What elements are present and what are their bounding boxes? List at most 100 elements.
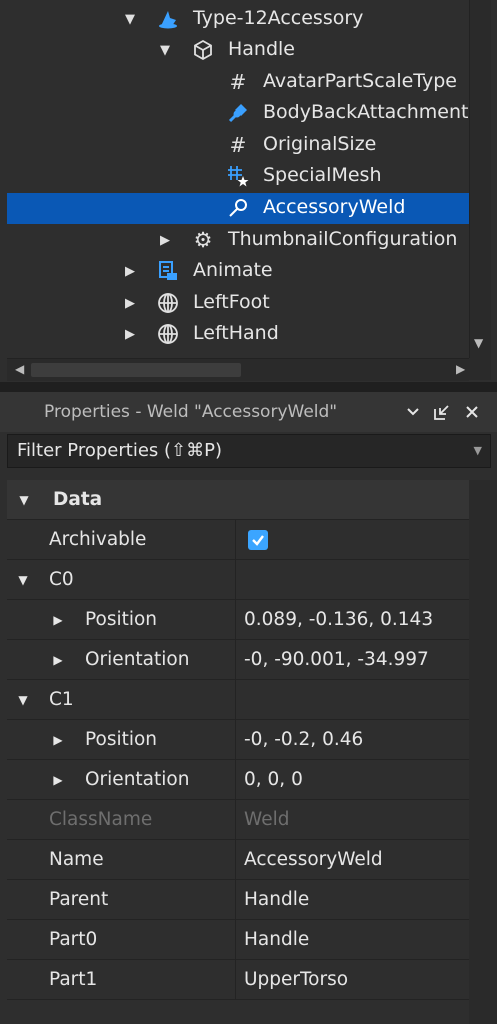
configuration-icon: ⚙	[193, 228, 213, 252]
property-row-classname: ClassName Weld	[7, 800, 469, 840]
tree-item-label: LeftHand	[193, 322, 279, 344]
scroll-corner	[469, 358, 491, 380]
horizontal-scroll-thumb[interactable]	[31, 363, 241, 377]
tree-item-lefthand[interactable]: ▶ LeftHand	[7, 319, 469, 350]
property-row-part0[interactable]: Part0 Handle	[7, 920, 469, 960]
local-script-icon	[156, 259, 180, 283]
vertical-scrollbar[interactable]	[469, 0, 491, 358]
scroll-right-arrow-icon[interactable]: ▶	[456, 362, 465, 376]
dropdown-arrow-icon[interactable]: ▼	[474, 444, 482, 457]
expand-arrow-icon[interactable]: ▶	[123, 296, 137, 311]
properties-scroll-gutter	[469, 480, 497, 1024]
expand-arrow-icon[interactable]: ▼	[158, 43, 172, 58]
column-divider	[235, 680, 236, 719]
category-label: Data	[53, 489, 103, 510]
column-divider	[235, 840, 236, 879]
tree-item-bodybackattachment[interactable]: BodyBackAttachment	[7, 98, 469, 129]
property-value[interactable]: 0, 0, 0	[244, 769, 303, 790]
property-row-c1[interactable]: ▼ C1	[7, 680, 469, 720]
property-value[interactable]: Handle	[244, 889, 309, 910]
close-icon[interactable]	[461, 401, 483, 423]
tree-item-label: Animate	[193, 259, 273, 281]
archivable-checkbox[interactable]	[248, 530, 268, 550]
expand-arrow-icon[interactable]: ▶	[158, 233, 172, 248]
undock-icon[interactable]	[431, 401, 453, 423]
expand-arrow-icon[interactable]: ▼	[123, 12, 137, 27]
property-name: Position	[85, 609, 158, 630]
mesh-part-icon	[156, 322, 180, 346]
tree-item-label: LeftFoot	[193, 291, 270, 313]
tree-item-label: ThumbnailConfiguration	[228, 228, 458, 250]
tree-item-label: Type-12Accessory	[193, 7, 364, 29]
property-name: Orientation	[85, 769, 190, 790]
tree-item-thumbnailconfiguration[interactable]: ▶ ⚙ ThumbnailConfiguration	[7, 225, 469, 256]
tree-item-label: SpecialMesh	[263, 164, 382, 186]
expand-arrow-icon[interactable]: ▶	[123, 327, 137, 342]
property-name: C0	[49, 569, 74, 590]
tree-item-label: OriginalSize	[263, 133, 377, 155]
column-divider	[235, 560, 236, 599]
category-data[interactable]: ▼ Data	[7, 480, 469, 520]
property-row-archivable[interactable]: Archivable	[7, 520, 469, 560]
attachment-icon	[226, 101, 250, 125]
part-icon	[191, 38, 215, 62]
tree-item-accessoryweld[interactable]: AccessoryWeld	[7, 193, 469, 224]
tree-item-handle[interactable]: ▼ Handle	[7, 35, 469, 66]
property-name: Part0	[49, 929, 98, 950]
tree-item-label: Handle	[228, 38, 296, 60]
collapse-chevron-icon[interactable]	[402, 401, 424, 423]
property-name: Name	[49, 849, 104, 870]
property-name: Part1	[49, 969, 98, 990]
expand-arrow-icon[interactable]: ▶	[51, 653, 65, 667]
column-divider	[235, 600, 236, 639]
property-row-c1-orientation[interactable]: ▶ Orientation 0, 0, 0	[7, 760, 469, 800]
properties-header: Properties - Weld "AccessoryWeld"	[0, 392, 497, 432]
filter-properties-input[interactable]: Filter Properties (⇧⌘P) ▼	[7, 434, 491, 468]
expand-arrow-icon[interactable]: ▶	[51, 773, 65, 787]
expand-arrow-icon[interactable]: ▶	[51, 613, 65, 627]
property-value[interactable]: 0.089, -0.136, 0.143	[244, 609, 433, 630]
string-value-icon: #	[229, 70, 247, 94]
tree-item-animate[interactable]: ▶ Animate	[7, 256, 469, 287]
property-name: Orientation	[85, 649, 190, 670]
scroll-down-arrow-icon[interactable]: ▼	[474, 336, 483, 350]
tree-item-originalsize[interactable]: # OriginalSize	[7, 130, 469, 161]
tree-item-specialmesh[interactable]: SpecialMesh	[7, 161, 469, 192]
tree-item-type-12accessory[interactable]: ▼ Type-12Accessory	[7, 4, 469, 35]
scroll-left-arrow-icon[interactable]: ◀	[15, 362, 24, 376]
property-row-c0[interactable]: ▼ C0	[7, 560, 469, 600]
expand-arrow-icon[interactable]: ▶	[123, 264, 137, 279]
property-row-c0-position[interactable]: ▶ Position 0.089, -0.136, 0.143	[7, 600, 469, 640]
property-row-c0-orientation[interactable]: ▶ Orientation -0, -90.001, -34.997	[7, 640, 469, 680]
property-value[interactable]: Handle	[244, 929, 309, 950]
property-value[interactable]: AccessoryWeld	[244, 849, 383, 870]
column-divider	[235, 880, 236, 919]
tree-item-avatarpartscaletype[interactable]: # AvatarPartScaleType	[7, 67, 469, 98]
property-value[interactable]: UpperTorso	[244, 969, 348, 990]
collapse-arrow-icon[interactable]: ▼	[16, 693, 30, 707]
column-divider	[235, 520, 236, 559]
collapse-arrow-icon[interactable]: ▼	[16, 573, 30, 587]
mesh-part-icon	[156, 291, 180, 315]
filter-placeholder: Filter Properties (⇧⌘P)	[17, 440, 222, 461]
property-name: ClassName	[49, 809, 153, 830]
property-name: Archivable	[49, 529, 147, 550]
property-row-c1-position[interactable]: ▶ Position -0, -0.2, 0.46	[7, 720, 469, 760]
horizontal-scrollbar[interactable]: ◀ ▶	[7, 358, 469, 381]
expand-arrow-icon[interactable]: ▶	[51, 733, 65, 747]
property-value[interactable]: -0, -90.001, -34.997	[244, 649, 429, 670]
property-row-part1[interactable]: Part1 UpperTorso	[7, 960, 469, 1000]
collapse-arrow-icon[interactable]: ▼	[17, 493, 31, 507]
property-value[interactable]: -0, -0.2, 0.46	[244, 729, 363, 750]
column-divider	[235, 960, 236, 999]
property-row-name[interactable]: Name AccessoryWeld	[7, 840, 469, 880]
panel-splitter[interactable]	[0, 382, 497, 392]
weld-icon	[226, 196, 250, 220]
column-divider	[235, 720, 236, 759]
property-row-parent[interactable]: Parent Handle	[7, 880, 469, 920]
property-name: Parent	[49, 889, 109, 910]
tree-item-leftfoot[interactable]: ▶ LeftFoot	[7, 288, 469, 319]
tree-item-label: AccessoryWeld	[263, 196, 406, 218]
properties-title: Properties - Weld "AccessoryWeld"	[44, 402, 338, 422]
special-mesh-icon	[226, 164, 250, 188]
